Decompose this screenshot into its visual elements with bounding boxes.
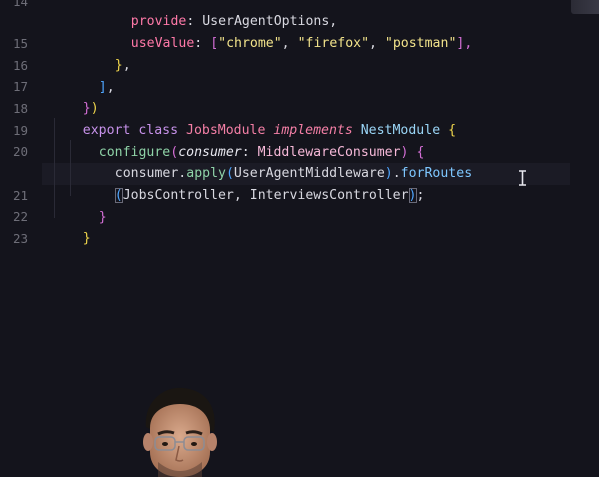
code-line: }) — [51, 76, 99, 116]
line-number: 21 — [12, 188, 28, 203]
opening-paren: ( — [114, 188, 123, 203]
closing-brace: } — [98, 210, 107, 225]
array-open-bracket: [ — [210, 36, 219, 51]
closing-brace: } — [82, 231, 91, 246]
string-literal: "chrome" — [218, 36, 282, 51]
property-name: useValue — [130, 36, 195, 51]
line-number: 20 — [12, 144, 28, 159]
closing-bracket: ] — [98, 80, 107, 95]
closing-paren: ) — [408, 188, 417, 203]
i-beam-cursor-icon — [519, 170, 526, 186]
line-number: 23 — [12, 231, 28, 246]
identifier: JobsController, InterviewsController — [122, 188, 409, 203]
code-line: provide: UserAgentOptions, — [99, 0, 337, 29]
comma: , — [122, 58, 131, 73]
presenter-webcam-image — [143, 387, 217, 477]
string-literal: "postman" — [384, 36, 457, 51]
string-literal: "firefox" — [297, 36, 370, 51]
array-close-bracket: ], — [456, 36, 473, 51]
code-line: }, — [83, 33, 131, 73]
code-line: } — [51, 206, 91, 246]
code-line[interactable]: (JobsController, InterviewsController); — [83, 163, 424, 203]
code-line: } — [67, 185, 107, 225]
line-number-gutter: 14 15 16 17 18 19 20 21 22 23 — [0, 0, 40, 477]
closing-brace: } — [114, 58, 123, 73]
code-editor[interactable]: 14 15 16 17 18 19 20 21 22 23 provide: U… — [0, 0, 599, 477]
code-line: export class JobsModule implements NestM… — [51, 98, 456, 138]
line-number: 22 — [12, 209, 28, 224]
line-number: 16 — [12, 58, 28, 73]
semicolon: ; — [416, 188, 425, 203]
line-number: 15 — [12, 36, 28, 51]
separator: , — [281, 36, 298, 51]
separator: , — [369, 36, 385, 51]
minimap-badge — [571, 0, 599, 14]
line-number: 18 — [12, 101, 28, 116]
colon: : — [194, 36, 211, 51]
code-line: configure(consumer: MiddlewareConsumer) … — [67, 120, 425, 160]
line-number: 14 — [12, 0, 28, 9]
line-number: 19 — [12, 123, 28, 138]
code-line: consumer.apply(UserAgentMiddleware).forR… — [83, 141, 472, 181]
code-line: ], — [67, 55, 115, 95]
code-line: useValue: ["chrome", "firefox", "postman… — [99, 11, 473, 51]
opening-brace: { — [448, 123, 457, 138]
line-number: 17 — [12, 79, 28, 94]
comma: , — [106, 80, 115, 95]
